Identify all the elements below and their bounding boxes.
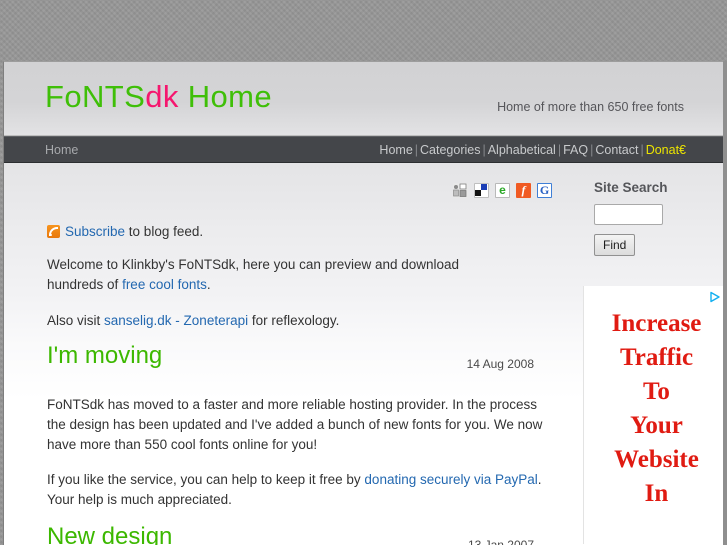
- digg-icon[interactable]: [453, 183, 468, 198]
- post-title-new-design[interactable]: New design: [47, 525, 172, 545]
- page-root: FoNTSdk Home Home of more than 650 free …: [0, 0, 727, 545]
- nav-item-donate[interactable]: Donat€: [646, 143, 686, 157]
- post-date-new-design: 13 Jan 2007: [467, 538, 534, 545]
- nav-item-contact[interactable]: Contact: [595, 143, 638, 157]
- social-bookmark-row: e f G: [453, 183, 552, 198]
- delicious-icon[interactable]: [474, 183, 489, 198]
- content-area: e f G Subscribe to blog feed. Welcome to…: [4, 163, 727, 545]
- subscribe-line: Subscribe to blog feed.: [47, 222, 203, 242]
- ad-line-6: In: [644, 480, 669, 507]
- site-header: FoNTSdk Home Home of more than 650 free …: [4, 62, 727, 136]
- top-background-strip: [0, 0, 727, 61]
- breadcrumb: Home: [45, 143, 79, 157]
- ad-line-4: Your: [630, 412, 683, 439]
- nav-item-categories[interactable]: Categories: [420, 143, 480, 157]
- google-icon[interactable]: G: [537, 183, 552, 198]
- free-cool-fonts-link[interactable]: free cool fonts: [122, 277, 207, 292]
- logo-part-fonts: FoNTS: [45, 79, 146, 114]
- nav-separator: |: [414, 143, 419, 157]
- ad-line-1: Increase: [611, 310, 702, 337]
- post-date-im-moving: 14 Aug 2008: [466, 357, 534, 371]
- site-logo[interactable]: FoNTSdk Home: [45, 81, 272, 112]
- logo-part-dk: dk: [145, 79, 179, 114]
- post-body-paragraph-2: If you like the service, you can help to…: [47, 470, 547, 510]
- sanselig-link[interactable]: sanselig.dk - Zoneterapi: [104, 313, 248, 328]
- intro-paragraph-1: Welcome to Klinkby's FoNTSdk, here you c…: [47, 255, 517, 295]
- post-body-paragraph-1: FoNTSdk has moved to a faster and more r…: [47, 397, 543, 452]
- site-search-heading: Site Search: [594, 180, 668, 195]
- right-gutter: [723, 61, 727, 545]
- ad-line-5: Website: [614, 446, 699, 473]
- subscribe-link[interactable]: Subscribe: [65, 224, 125, 239]
- intro-text-after: .: [206, 277, 211, 292]
- nav-item-alphabetical[interactable]: Alphabetical: [488, 143, 556, 157]
- also-visit-text-after: for reflexology.: [248, 313, 340, 328]
- technorati-icon[interactable]: e: [495, 183, 510, 198]
- rss-icon[interactable]: [47, 225, 60, 238]
- ad-headline: Increase Traffic To Your Website In: [584, 307, 727, 511]
- advertisement-block[interactable]: Increase Traffic To Your Website In: [583, 286, 727, 544]
- nav-separator: |: [482, 143, 486, 157]
- main-navigation-bar: Home Home | Categories | Alphabetical | FAQ | Co…: [4, 136, 727, 163]
- find-button[interactable]: Find: [594, 234, 636, 256]
- site-tagline: Home of more than 650 free fonts: [497, 100, 684, 114]
- intro-paragraph-2: Also visit sanselig.dk - Zoneterapi for …: [47, 311, 547, 331]
- main-column: e f G Subscribe to blog feed. Welcome to…: [4, 163, 583, 545]
- facebook-icon[interactable]: f: [516, 183, 531, 198]
- sidebar: Site Search Find Increase Traffic To You…: [583, 163, 727, 544]
- subscribe-trailing-text: to blog feed.: [125, 224, 204, 239]
- nav-separator: |: [640, 143, 644, 157]
- nav-links: Home | Categories | Alphabetical | FAQ | Contact…: [379, 143, 686, 157]
- nav-separator: |: [557, 143, 562, 157]
- nav-item-home[interactable]: Home: [379, 143, 412, 157]
- search-input[interactable]: [594, 204, 663, 225]
- ad-line-2: Traffic: [619, 344, 694, 371]
- site-container: FoNTSdk Home Home of more than 650 free …: [3, 61, 727, 545]
- ad-line-3: To: [643, 378, 670, 405]
- donate-text-before: If you like the service, you can help to…: [47, 472, 365, 487]
- intro-text-before: Welcome to Klinkby's FoNTSdk, here you c…: [47, 257, 460, 292]
- also-visit-text-before: Also visit: [47, 313, 105, 328]
- paypal-donate-link[interactable]: donating securely via PayPal: [364, 472, 537, 487]
- logo-part-home: Home: [178, 79, 273, 114]
- post-title-im-moving[interactable]: I'm moving: [47, 344, 162, 368]
- adchoices-icon[interactable]: [709, 290, 721, 303]
- nav-item-faq[interactable]: FAQ: [563, 143, 588, 157]
